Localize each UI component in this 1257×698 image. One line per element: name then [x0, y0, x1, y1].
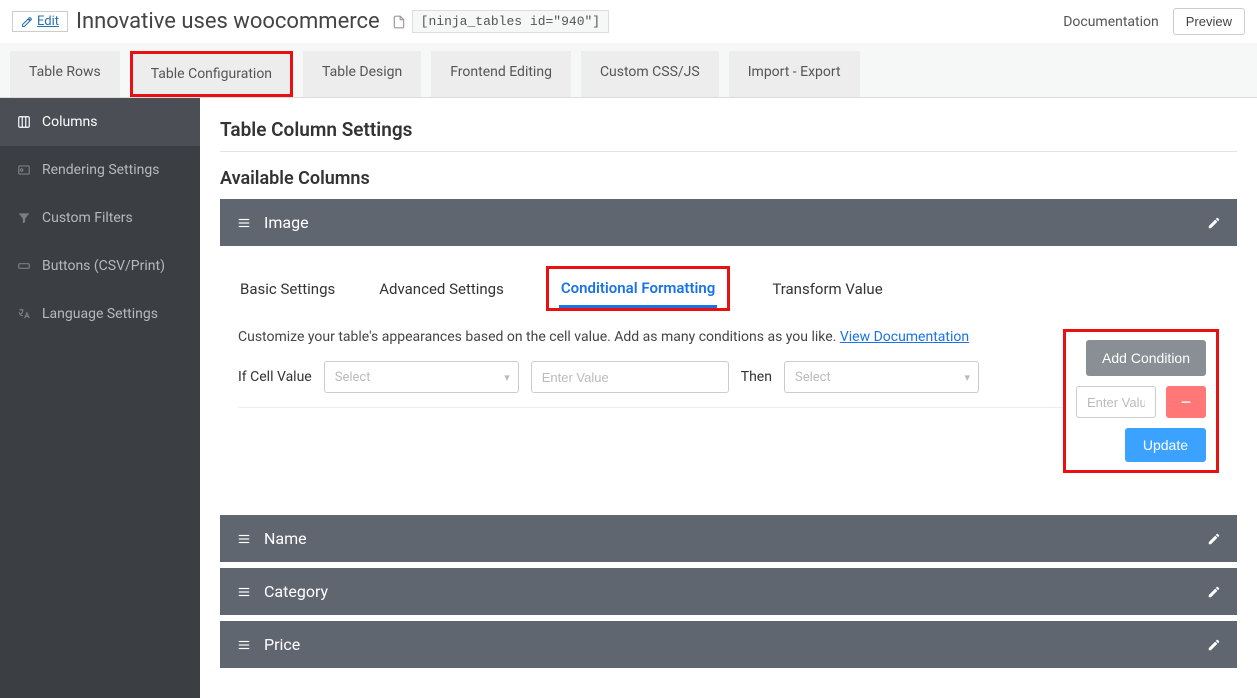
sidebar-item-label: Columns	[42, 114, 97, 130]
tab-custom-css-js[interactable]: Custom CSS/JS	[581, 51, 719, 97]
action-value-input[interactable]	[1076, 386, 1156, 418]
conditional-description: Customize your table's appearances based…	[238, 329, 1063, 345]
if-cell-value-label: If Cell Value	[238, 369, 312, 385]
view-documentation-link[interactable]: View Documentation	[840, 329, 969, 345]
actions-highlight-box: Add Condition − Update	[1063, 329, 1219, 473]
edit-column-icon[interactable]	[1207, 638, 1221, 652]
column-name: Name	[264, 529, 307, 548]
tab-import-export[interactable]: Import - Export	[729, 51, 860, 97]
subtab-basic-settings[interactable]: Basic Settings	[238, 272, 337, 306]
sidebar-item-rendering[interactable]: Rendering Settings	[0, 146, 200, 194]
drag-handle-icon[interactable]	[236, 638, 252, 652]
edit-column-icon[interactable]	[1207, 216, 1221, 230]
column-settings-panel: Basic Settings Advanced Settings Conditi…	[220, 246, 1237, 491]
filter-icon	[16, 211, 32, 225]
sidebar-item-label: Rendering Settings	[42, 162, 159, 178]
drag-handle-icon[interactable]	[236, 216, 252, 230]
edit-label: Edit	[37, 14, 59, 29]
edit-column-icon[interactable]	[1207, 532, 1221, 546]
file-icon	[392, 15, 406, 29]
column-header-category[interactable]: Category	[220, 568, 1237, 615]
then-label: Then	[741, 369, 772, 385]
sidebar-item-label: Language Settings	[42, 306, 158, 322]
column-header-price[interactable]: Price	[220, 621, 1237, 668]
description-text: Customize your table's appearances based…	[238, 329, 840, 345]
condition-row: If Cell Value Select ▾ Then Select ▾	[238, 361, 1063, 393]
main-tabs: Table Rows Table Configuration Table Des…	[0, 43, 1257, 98]
section-subheading: Available Columns	[220, 168, 1237, 189]
divider	[238, 407, 1063, 408]
tab-table-configuration[interactable]: Table Configuration	[130, 51, 293, 97]
chevron-down-icon: ▾	[964, 371, 970, 384]
buttons-icon	[16, 259, 32, 273]
language-icon	[16, 307, 32, 321]
preview-button[interactable]: Preview	[1173, 8, 1245, 35]
pencil-icon	[21, 16, 33, 28]
sidebar-item-custom-filters[interactable]: Custom Filters	[0, 194, 200, 242]
action-select[interactable]: Select ▾	[784, 361, 979, 393]
page-title: Innovative uses woocommerce	[76, 9, 380, 34]
edit-button[interactable]: Edit	[12, 11, 68, 32]
select-placeholder: Select	[335, 370, 371, 385]
subtab-transform-value[interactable]: Transform Value	[770, 272, 884, 306]
edit-column-icon[interactable]	[1207, 585, 1221, 599]
column-name: Category	[264, 582, 328, 601]
subtab-conditional-formatting[interactable]: Conditional Formatting	[559, 271, 717, 308]
sidebar-item-language[interactable]: Language Settings	[0, 290, 200, 338]
sidebar-item-label: Buttons (CSV/Print)	[42, 258, 165, 274]
subtab-advanced-settings[interactable]: Advanced Settings	[377, 272, 506, 306]
add-condition-button[interactable]: Add Condition	[1086, 340, 1206, 376]
comparison-value-input[interactable]	[531, 361, 729, 393]
remove-condition-button[interactable]: −	[1166, 386, 1206, 418]
sidebar-item-label: Custom Filters	[42, 210, 133, 226]
tab-table-rows[interactable]: Table Rows	[10, 51, 120, 97]
divider	[220, 151, 1237, 152]
tab-frontend-editing[interactable]: Frontend Editing	[431, 51, 571, 97]
section-heading: Table Column Settings	[220, 118, 1237, 141]
column-subtabs: Basic Settings Advanced Settings Conditi…	[238, 266, 1219, 311]
chevron-down-icon: ▾	[504, 371, 510, 384]
drag-handle-icon[interactable]	[236, 585, 252, 599]
sidebar-item-columns[interactable]: Columns	[0, 98, 200, 146]
column-name: Image	[264, 213, 309, 232]
sidebar: Columns Rendering Settings Custom Filter…	[0, 98, 200, 698]
select-placeholder: Select	[795, 370, 831, 385]
documentation-link[interactable]: Documentation	[1063, 14, 1159, 30]
column-name: Price	[264, 635, 300, 654]
update-button[interactable]: Update	[1125, 428, 1206, 462]
tab-table-design[interactable]: Table Design	[303, 51, 421, 97]
rendering-icon	[16, 163, 32, 177]
highlight-box: Conditional Formatting	[546, 266, 730, 311]
columns-icon	[16, 115, 32, 129]
sidebar-item-buttons[interactable]: Buttons (CSV/Print)	[0, 242, 200, 290]
drag-handle-icon[interactable]	[236, 532, 252, 546]
operator-select[interactable]: Select ▾	[324, 361, 519, 393]
column-header-image[interactable]: Image	[220, 199, 1237, 246]
column-header-name[interactable]: Name	[220, 515, 1237, 562]
shortcode-text[interactable]: [ninja_tables id="940"]	[412, 10, 609, 33]
